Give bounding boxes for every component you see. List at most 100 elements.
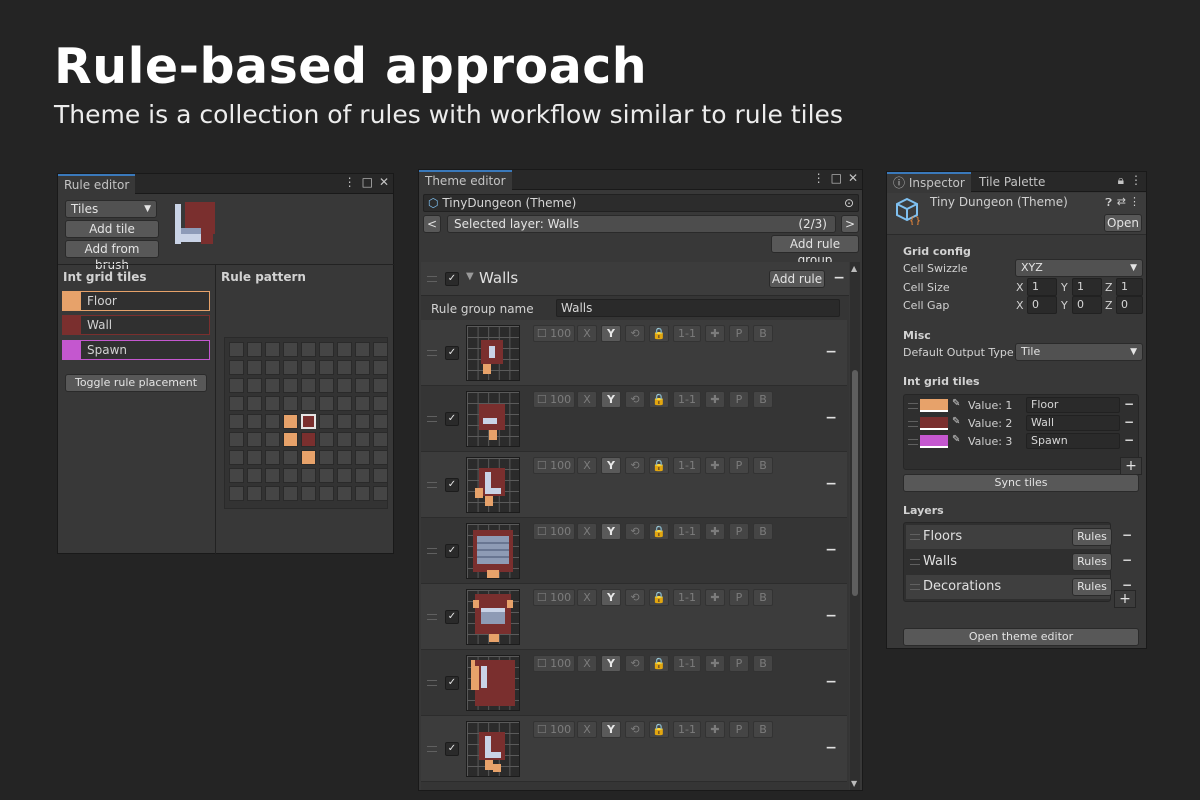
previous-layer-button[interactable]: < xyxy=(423,215,441,233)
pattern-cell[interactable] xyxy=(301,486,316,501)
chance-field[interactable]: ☐ 100 xyxy=(533,523,575,540)
rule-row[interactable]: ✓ ☐ 100 X Y ⟲ 🔒 1-1 ✚ P B − xyxy=(421,320,847,386)
chance-field[interactable]: ☐ 100 xyxy=(533,325,575,342)
rotate-button[interactable]: ⟲ xyxy=(625,391,645,408)
pattern-cell[interactable] xyxy=(373,486,388,501)
b-button[interactable]: B xyxy=(753,325,773,342)
rotate-button[interactable]: ⟲ xyxy=(625,457,645,474)
scrollbar-thumb[interactable] xyxy=(852,370,858,596)
b-button[interactable]: B xyxy=(753,523,773,540)
lock-icon[interactable]: 🔒 xyxy=(649,721,669,738)
size-button[interactable]: 1-1 xyxy=(673,457,701,474)
pattern-cell[interactable] xyxy=(283,414,298,429)
pattern-cell[interactable] xyxy=(355,378,370,393)
cell-gap-y[interactable]: 0 xyxy=(1072,296,1102,314)
foldout-arrow-icon[interactable]: ▼ xyxy=(466,271,474,282)
kebab-menu-icon[interactable]: ⋮ xyxy=(813,171,825,185)
tiles-dropdown[interactable]: Tiles ▼ xyxy=(65,200,157,218)
b-button[interactable]: B xyxy=(753,655,773,672)
mirror-y-button[interactable]: Y xyxy=(601,655,621,672)
pattern-cell[interactable] xyxy=(319,468,334,483)
add-from-brush-button[interactable]: Add from brush xyxy=(65,240,159,272)
p-button[interactable]: P xyxy=(729,589,749,606)
size-button[interactable]: 1-1 xyxy=(673,325,701,342)
p-button[interactable]: P xyxy=(729,457,749,474)
pattern-cell[interactable] xyxy=(319,486,334,501)
pattern-cell[interactable] xyxy=(373,450,388,465)
mirror-y-button[interactable]: Y xyxy=(601,523,621,540)
pattern-cell[interactable] xyxy=(355,342,370,357)
size-button[interactable]: 1-1 xyxy=(673,391,701,408)
pattern-cell[interactable] xyxy=(247,342,262,357)
pattern-cell[interactable] xyxy=(283,378,298,393)
rule-preview-thumbnail[interactable] xyxy=(466,325,520,381)
lock-icon[interactable]: 🔒 xyxy=(649,655,669,672)
drag-handle-icon[interactable] xyxy=(427,350,437,356)
rule-group-name-input[interactable]: Walls xyxy=(556,299,840,317)
mirror-x-button[interactable]: X xyxy=(577,523,597,540)
pattern-cell[interactable] xyxy=(265,468,280,483)
pattern-cell[interactable] xyxy=(265,486,280,501)
size-button[interactable]: 1-1 xyxy=(673,589,701,606)
pattern-cell[interactable] xyxy=(283,450,298,465)
pattern-cell[interactable] xyxy=(337,450,352,465)
mirror-x-button[interactable]: X xyxy=(577,457,597,474)
cell-swizzle-dropdown[interactable]: XYZ ▼ xyxy=(1015,259,1143,277)
cross-icon[interactable]: ✚ xyxy=(705,655,725,672)
value-name-input[interactable]: Spawn xyxy=(1026,433,1120,449)
scroll-up-icon[interactable]: ▲ xyxy=(851,264,857,273)
group-enabled-checkbox[interactable]: ✓ xyxy=(445,272,459,286)
cell-size-x[interactable]: 1 xyxy=(1027,278,1057,296)
tab-rule-editor[interactable]: Rule editor xyxy=(58,174,136,194)
drag-handle-icon[interactable] xyxy=(910,559,920,565)
pattern-cell[interactable] xyxy=(301,450,316,465)
pattern-cell[interactable] xyxy=(355,414,370,429)
mirror-y-button[interactable]: Y xyxy=(601,457,621,474)
pattern-cell[interactable] xyxy=(265,378,280,393)
rule-group-header[interactable]: ✓ ▼ Walls Add rule − xyxy=(421,262,849,296)
mirror-x-button[interactable]: X xyxy=(577,721,597,738)
rule-row[interactable]: ✓ ☐ 100 X Y ⟲ 🔒 1-1 ✚ P B − xyxy=(421,386,847,452)
rule-row[interactable]: ✓ ☐ 100 X Y ⟲ 🔒 1-1 ✚ P B − xyxy=(421,650,847,716)
p-button[interactable]: P xyxy=(729,721,749,738)
pattern-cell[interactable] xyxy=(373,360,388,375)
chance-field[interactable]: ☐ 100 xyxy=(533,589,575,606)
mirror-x-button[interactable]: X xyxy=(577,589,597,606)
b-button[interactable]: B xyxy=(753,721,773,738)
rule-preview-thumbnail[interactable] xyxy=(466,721,520,777)
drag-handle-icon[interactable] xyxy=(908,403,918,409)
remove-rule-button[interactable]: − xyxy=(825,674,837,690)
chance-field[interactable]: ☐ 100 xyxy=(533,721,575,738)
rule-enabled-checkbox[interactable]: ✓ xyxy=(445,412,459,426)
drag-handle-icon[interactable] xyxy=(427,614,437,620)
pattern-cell[interactable] xyxy=(247,468,262,483)
pattern-cell[interactable] xyxy=(355,360,370,375)
p-button[interactable]: P xyxy=(729,325,749,342)
pattern-cell[interactable] xyxy=(337,396,352,411)
drag-handle-icon[interactable] xyxy=(427,482,437,488)
pattern-cell[interactable] xyxy=(265,450,280,465)
remove-value-button[interactable]: − xyxy=(1124,415,1134,429)
kebab-menu-icon[interactable]: ⋮ xyxy=(344,175,356,189)
pattern-cell[interactable] xyxy=(355,486,370,501)
kebab-menu-icon[interactable]: ⋮ xyxy=(1129,195,1140,208)
int-grid-value-row[interactable]: ✎ Value: 1 Floor − xyxy=(906,397,1136,415)
layer-row[interactable]: Decorations Rules − xyxy=(906,575,1132,599)
maximize-icon[interactable]: □ xyxy=(831,171,842,185)
pattern-cell[interactable] xyxy=(319,342,334,357)
rule-row[interactable]: ✓ ☐ 100 X Y ⟲ 🔒 1-1 ✚ P B − xyxy=(421,584,847,650)
mirror-x-button[interactable]: X xyxy=(577,325,597,342)
p-button[interactable]: P xyxy=(729,523,749,540)
remove-layer-button[interactable]: − xyxy=(1122,528,1132,542)
default-output-type-dropdown[interactable]: Tile ▼ xyxy=(1015,343,1143,361)
int-grid-value-row[interactable]: ✎ Value: 2 Wall − xyxy=(906,415,1136,433)
rotate-button[interactable]: ⟲ xyxy=(625,655,645,672)
pattern-cell[interactable] xyxy=(337,432,352,447)
rotate-button[interactable]: ⟲ xyxy=(625,721,645,738)
mirror-y-button[interactable]: Y xyxy=(601,721,621,738)
remove-layer-button[interactable]: − xyxy=(1122,553,1132,567)
remove-rule-button[interactable]: − xyxy=(825,740,837,756)
mirror-x-button[interactable]: X xyxy=(577,655,597,672)
cross-icon[interactable]: ✚ xyxy=(705,457,725,474)
close-icon[interactable]: ✕ xyxy=(848,171,858,185)
